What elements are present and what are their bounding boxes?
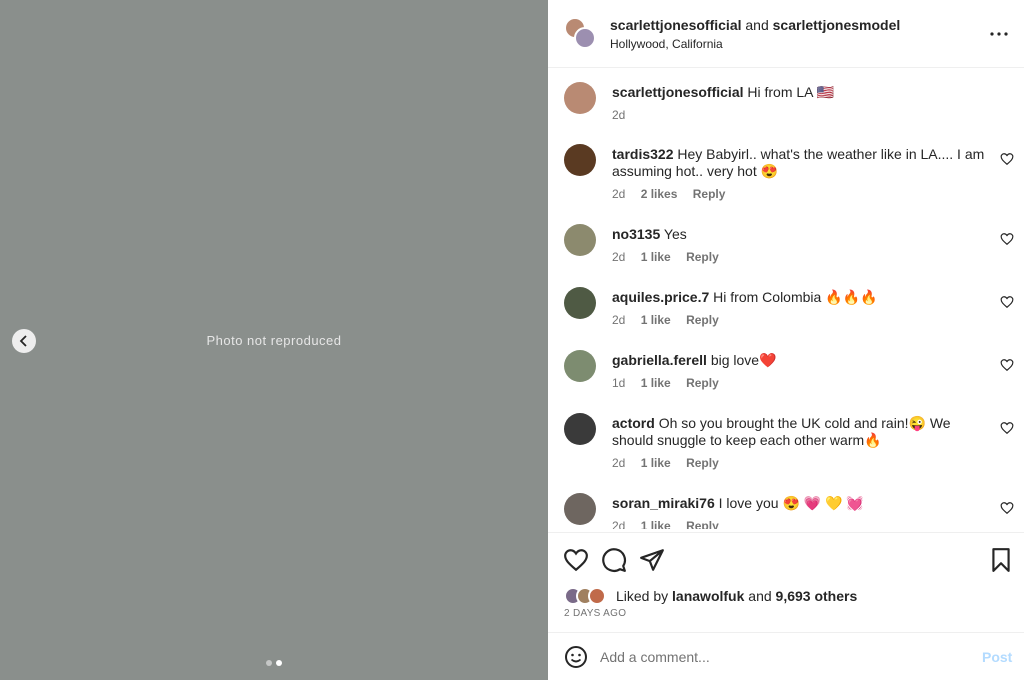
comment-body: Oh so you brought the UK cold and rain!😜… [612,415,951,448]
comment-meta: 1d 1 like Reply [612,376,731,390]
comment-time: 2d [612,250,626,264]
comment-meta: 2d 1 like Reply [612,313,731,327]
emoji-icon[interactable] [564,645,588,669]
add-comment-bar: Post [548,632,1024,680]
comment-username[interactable]: actord [612,415,655,431]
comment-body: big love❤️ [710,352,777,368]
heart-icon[interactable] [1000,421,1014,435]
post-header: scarlettjonesofficial and scarlettjonesm… [548,0,1024,68]
comment-bubble-icon[interactable] [601,547,627,573]
liked-by-others[interactable]: 9,693 others [776,588,858,604]
comment-username[interactable]: tardis322 [612,146,673,162]
avatar[interactable] [564,224,596,256]
comment-username[interactable]: no3135 [612,226,660,242]
comment-time: 2d [612,313,626,327]
comment-likes[interactable]: 1 like [641,250,671,264]
post-media-placeholder: Photo not reproduced [0,0,548,680]
comment-time: 2d [612,187,626,201]
share-paper-plane-icon[interactable] [639,547,665,573]
comment-text: actord Oh so you brought the UK cold and… [612,415,988,449]
avatar [574,27,596,49]
comment-body: Hi from LA 🇺🇸 [747,84,835,100]
comment-text: no3135 Yes [612,226,988,243]
more-options-button[interactable] [984,22,1014,46]
comment-body: Hi from Colombia 🔥🔥🔥 [713,289,878,305]
comment-meta: 2d [612,108,637,122]
liked-by-avatars[interactable] [564,587,614,607]
avatar[interactable] [564,287,596,319]
comment-time: 2d [612,108,626,122]
avatar[interactable] [564,350,596,382]
post-side-panel: scarlettjonesofficial and scarlettjonesm… [548,0,1024,680]
authors-and: and [745,17,769,33]
reply-button[interactable]: Reply [686,313,719,327]
heart-icon[interactable] [1000,152,1014,166]
comment-input[interactable] [600,645,970,669]
comment-time: 2d [612,456,626,470]
liked-by-and: and [748,588,772,604]
comments-list[interactable]: scarlettjonesofficial Hi from LA 🇺🇸 2d t… [548,69,1024,529]
reply-button[interactable]: Reply [686,250,719,264]
avatar[interactable] [564,493,596,525]
comment-body: Yes [663,226,687,242]
post-authors: scarlettjonesofficial and scarlettjonesm… [610,17,900,33]
comment-time: 2d [612,519,626,529]
comment-meta: 2d 1 like Reply [612,519,731,529]
author-link[interactable]: scarlettjonesofficial [610,17,742,33]
collab-avatars[interactable] [564,17,596,49]
comment-meta: 2d 1 like Reply [612,250,731,264]
more-horizontal-icon [990,32,1008,36]
location-link[interactable]: Hollywood, California [610,37,723,51]
chevron-left-icon [19,335,27,347]
comment-likes[interactable]: 1 like [641,376,671,390]
comment-text: aquiles.price.7 Hi from Colombia 🔥🔥🔥 [612,289,988,306]
reply-button[interactable]: Reply [686,456,719,470]
caption-text: scarlettjonesofficial Hi from LA 🇺🇸 [612,84,988,101]
liked-by-text: Liked by lanawolfuk and 9,693 others [616,588,857,604]
heart-icon[interactable] [1000,358,1014,372]
carousel-dot-active [276,660,282,666]
comment-username[interactable]: gabriella.ferell [612,352,707,368]
previous-media-button[interactable] [12,329,36,353]
comment-likes[interactable]: 1 like [641,313,671,327]
avatar[interactable] [564,144,596,176]
heart-icon[interactable] [1000,295,1014,309]
heart-icon[interactable] [1000,501,1014,515]
comment-username[interactable]: aquiles.price.7 [612,289,709,305]
comment-likes[interactable]: 2 likes [641,187,678,201]
comment-likes[interactable]: 1 like [641,456,671,470]
action-bar: Liked by lanawolfuk and 9,693 others 2 D… [548,532,1024,622]
comment-meta: 2d 1 like Reply [612,456,731,470]
comment-text: tardis322 Hey Babyirl.. what's the weath… [612,146,988,180]
liked-by-user[interactable]: lanawolfuk [672,588,744,604]
comment-likes[interactable]: 1 like [641,519,671,529]
post-comment-button[interactable]: Post [982,649,1012,665]
carousel-dot [266,660,272,666]
liked-by-prefix: Liked by [616,588,669,604]
avatar[interactable] [564,82,596,114]
media-placeholder-label: Photo not reproduced [206,332,342,348]
carousel-dots [266,660,282,666]
comment-username[interactable]: scarlettjonesofficial [612,84,744,100]
post-timestamp: 2 DAYS AGO [564,608,627,619]
reply-button[interactable]: Reply [686,376,719,390]
bookmark-icon[interactable] [988,547,1014,573]
like-heart-icon[interactable] [563,547,589,573]
comment-body: I love you 😍 💗 💛 💓 [718,495,864,511]
reply-button[interactable]: Reply [693,187,726,201]
comment-username[interactable]: soran_miraki76 [612,495,715,511]
comment-text: gabriella.ferell big love❤️ [612,352,988,369]
heart-icon[interactable] [1000,232,1014,246]
author-link[interactable]: scarlettjonesmodel [773,17,901,33]
comment-text: soran_miraki76 I love you 😍 💗 💛 💓 [612,495,988,512]
avatar[interactable] [564,413,596,445]
avatar [588,587,606,605]
comment-meta: 2d 2 likes Reply [612,187,737,201]
reply-button[interactable]: Reply [686,519,719,529]
comment-time: 1d [612,376,626,390]
